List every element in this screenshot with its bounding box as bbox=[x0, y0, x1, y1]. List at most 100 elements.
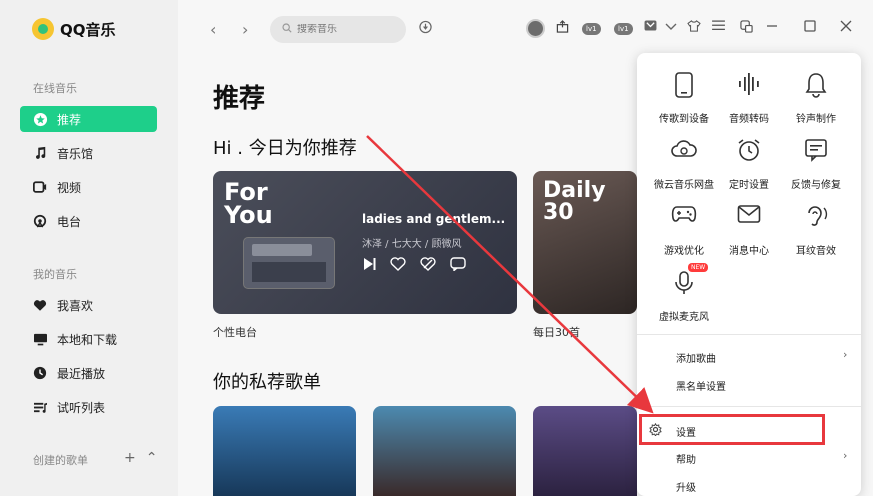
sidebar-item-label: 我喜欢 bbox=[57, 298, 94, 313]
mail-badge-icon[interactable] bbox=[644, 20, 657, 35]
tool-game-optimization[interactable]: 游戏优化 bbox=[652, 204, 716, 258]
app-name: QQ音乐 bbox=[60, 20, 116, 39]
tool-timer-settings[interactable]: 定时设置 bbox=[717, 138, 781, 192]
sidebar-item-radio[interactable]: 电台 bbox=[20, 208, 157, 234]
alarm-clock-icon bbox=[735, 138, 763, 166]
add-playlist-icon[interactable]: + bbox=[124, 450, 136, 466]
audio-bars-icon bbox=[735, 72, 763, 100]
menu-item-blacklist-settings[interactable]: 黑名单设置 bbox=[676, 378, 726, 393]
menu-item-help[interactable]: 帮助 bbox=[676, 451, 696, 466]
clock-icon bbox=[32, 365, 48, 381]
tool-transfer-to-device[interactable]: 传歌到设备 bbox=[652, 72, 716, 126]
created-playlists-label: 创建的歌单 bbox=[33, 454, 88, 467]
tool-message-center[interactable]: 消息中心 bbox=[717, 204, 781, 258]
chevron-down-icon[interactable] bbox=[665, 20, 677, 35]
tool-feedback-repair[interactable]: 反馈与修复 bbox=[784, 138, 848, 192]
play-icon[interactable] bbox=[362, 257, 376, 275]
dislike-heart-icon[interactable] bbox=[420, 257, 436, 275]
playlist-cover[interactable] bbox=[373, 406, 516, 496]
sidebar-item-trial-list[interactable]: 试听列表 bbox=[20, 394, 157, 420]
svip-level-badge[interactable]: lv1 bbox=[614, 23, 633, 35]
like-heart-icon[interactable] bbox=[390, 257, 406, 275]
daily-30-title-art: Daily 30 bbox=[543, 178, 606, 225]
playlist-cover[interactable] bbox=[533, 406, 637, 496]
monitor-icon bbox=[32, 331, 48, 347]
personal-radio-caption[interactable]: 个性电台 bbox=[213, 324, 257, 340]
forward-arrow-icon[interactable]: › bbox=[242, 20, 248, 39]
menu-divider bbox=[637, 334, 861, 335]
microphone-icon bbox=[670, 270, 698, 298]
back-arrow-icon[interactable]: ‹ bbox=[210, 20, 216, 39]
skin-shirt-icon[interactable] bbox=[687, 20, 701, 36]
maximize-icon[interactable] bbox=[804, 20, 816, 36]
chevron-right-icon: › bbox=[843, 449, 848, 462]
qq-music-logo-icon bbox=[32, 18, 54, 40]
playlist-icon bbox=[32, 399, 48, 415]
sidebar-item-label: 本地和下载 bbox=[57, 332, 118, 347]
tool-audio-transcode[interactable]: 音频转码 bbox=[717, 72, 781, 126]
app-logo[interactable]: QQ音乐 bbox=[32, 18, 116, 40]
cloud-icon bbox=[670, 138, 698, 166]
song-title: ladies and gentlem... bbox=[362, 212, 506, 226]
radio-icon bbox=[32, 213, 48, 229]
tool-virtual-microphone[interactable]: 虚拟麦克风 bbox=[652, 270, 716, 324]
sidebar-item-local-downloads[interactable]: 本地和下载 bbox=[20, 326, 157, 352]
sidebar-item-recommend[interactable]: 推荐 bbox=[20, 106, 157, 132]
menu-item-add-songs[interactable]: 添加歌曲 bbox=[676, 350, 716, 365]
voice-search-icon[interactable] bbox=[419, 20, 432, 38]
created-playlists-tools: + ⌃ bbox=[124, 450, 157, 466]
minimize-icon[interactable] bbox=[766, 20, 778, 36]
heart-icon bbox=[32, 297, 48, 313]
playlist-section-title: 你的私荐歌单 bbox=[213, 372, 321, 393]
mail-icon bbox=[735, 204, 763, 232]
chevron-right-icon: › bbox=[843, 348, 848, 361]
comment-icon[interactable] bbox=[450, 257, 466, 275]
menu-icon[interactable] bbox=[712, 20, 725, 35]
recommend-icon bbox=[32, 111, 48, 127]
sidebar-item-favorites[interactable]: 我喜欢 bbox=[20, 292, 157, 318]
sidebar-item-label: 电台 bbox=[57, 214, 82, 229]
search-input[interactable] bbox=[297, 24, 387, 35]
sidebar-item-label: 音乐馆 bbox=[57, 146, 94, 161]
my-music-section-label: 我的音乐 bbox=[33, 268, 77, 281]
daily-30-caption[interactable]: 每日30首 bbox=[533, 324, 580, 340]
for-you-title-art: For You bbox=[224, 178, 273, 229]
search-box[interactable] bbox=[270, 16, 406, 43]
sidebar-item-music-hall[interactable]: 音乐馆 bbox=[20, 140, 157, 166]
upload-icon[interactable] bbox=[556, 20, 569, 37]
greeting-heading: Hi . 今日为你推荐 bbox=[213, 138, 357, 159]
sidebar-item-recent[interactable]: 最近播放 bbox=[20, 360, 157, 386]
feedback-icon bbox=[802, 138, 830, 166]
search-icon bbox=[282, 23, 292, 36]
vip-level-badge[interactable]: lv1 bbox=[582, 23, 601, 35]
personal-radio-card[interactable]: For You ladies and gentlem... 沐泽 / 七大大 /… bbox=[213, 171, 517, 314]
song-artist: 沐泽 / 七大大 / 顾微风 bbox=[362, 239, 462, 250]
online-music-section-label: 在线音乐 bbox=[33, 82, 77, 95]
new-badge: NEW bbox=[688, 263, 709, 272]
tool-weiyun-drive[interactable]: 微云音乐网盘 bbox=[652, 138, 716, 192]
tool-ear-sound-effect[interactable]: 耳纹音效 bbox=[784, 204, 848, 258]
sidebar-item-label: 试听列表 bbox=[57, 400, 106, 415]
radio-controls bbox=[362, 257, 466, 275]
sidebar: QQ音乐 在线音乐 推荐 音乐馆 视频 电台 我的音乐 我喜欢 本地和下载 最近… bbox=[0, 0, 178, 496]
sidebar-item-video[interactable]: 视频 bbox=[20, 174, 157, 200]
close-icon[interactable] bbox=[840, 20, 852, 36]
topbar: ‹ › lv1 lv1 bbox=[178, 0, 873, 58]
bell-icon bbox=[802, 72, 830, 100]
radio-cover-art bbox=[243, 237, 335, 289]
tool-ringtone-maker[interactable]: 铃声制作 bbox=[784, 72, 848, 126]
music-note-icon bbox=[32, 145, 48, 161]
sidebar-item-label: 推荐 bbox=[57, 112, 82, 127]
phone-icon bbox=[670, 72, 698, 100]
menu-item-upgrade[interactable]: 升级 bbox=[676, 479, 696, 494]
video-icon bbox=[32, 179, 48, 195]
user-avatar[interactable] bbox=[526, 19, 545, 38]
daily-30-card[interactable]: Daily 30 bbox=[533, 171, 637, 314]
page-title: 推荐 bbox=[213, 84, 266, 114]
collapse-icon[interactable]: ⌃ bbox=[146, 450, 158, 466]
mini-mode-icon[interactable] bbox=[740, 20, 753, 37]
menu-divider bbox=[637, 406, 861, 407]
gamepad-icon bbox=[670, 204, 698, 232]
playlist-cover[interactable] bbox=[213, 406, 356, 496]
ear-icon bbox=[802, 204, 830, 232]
